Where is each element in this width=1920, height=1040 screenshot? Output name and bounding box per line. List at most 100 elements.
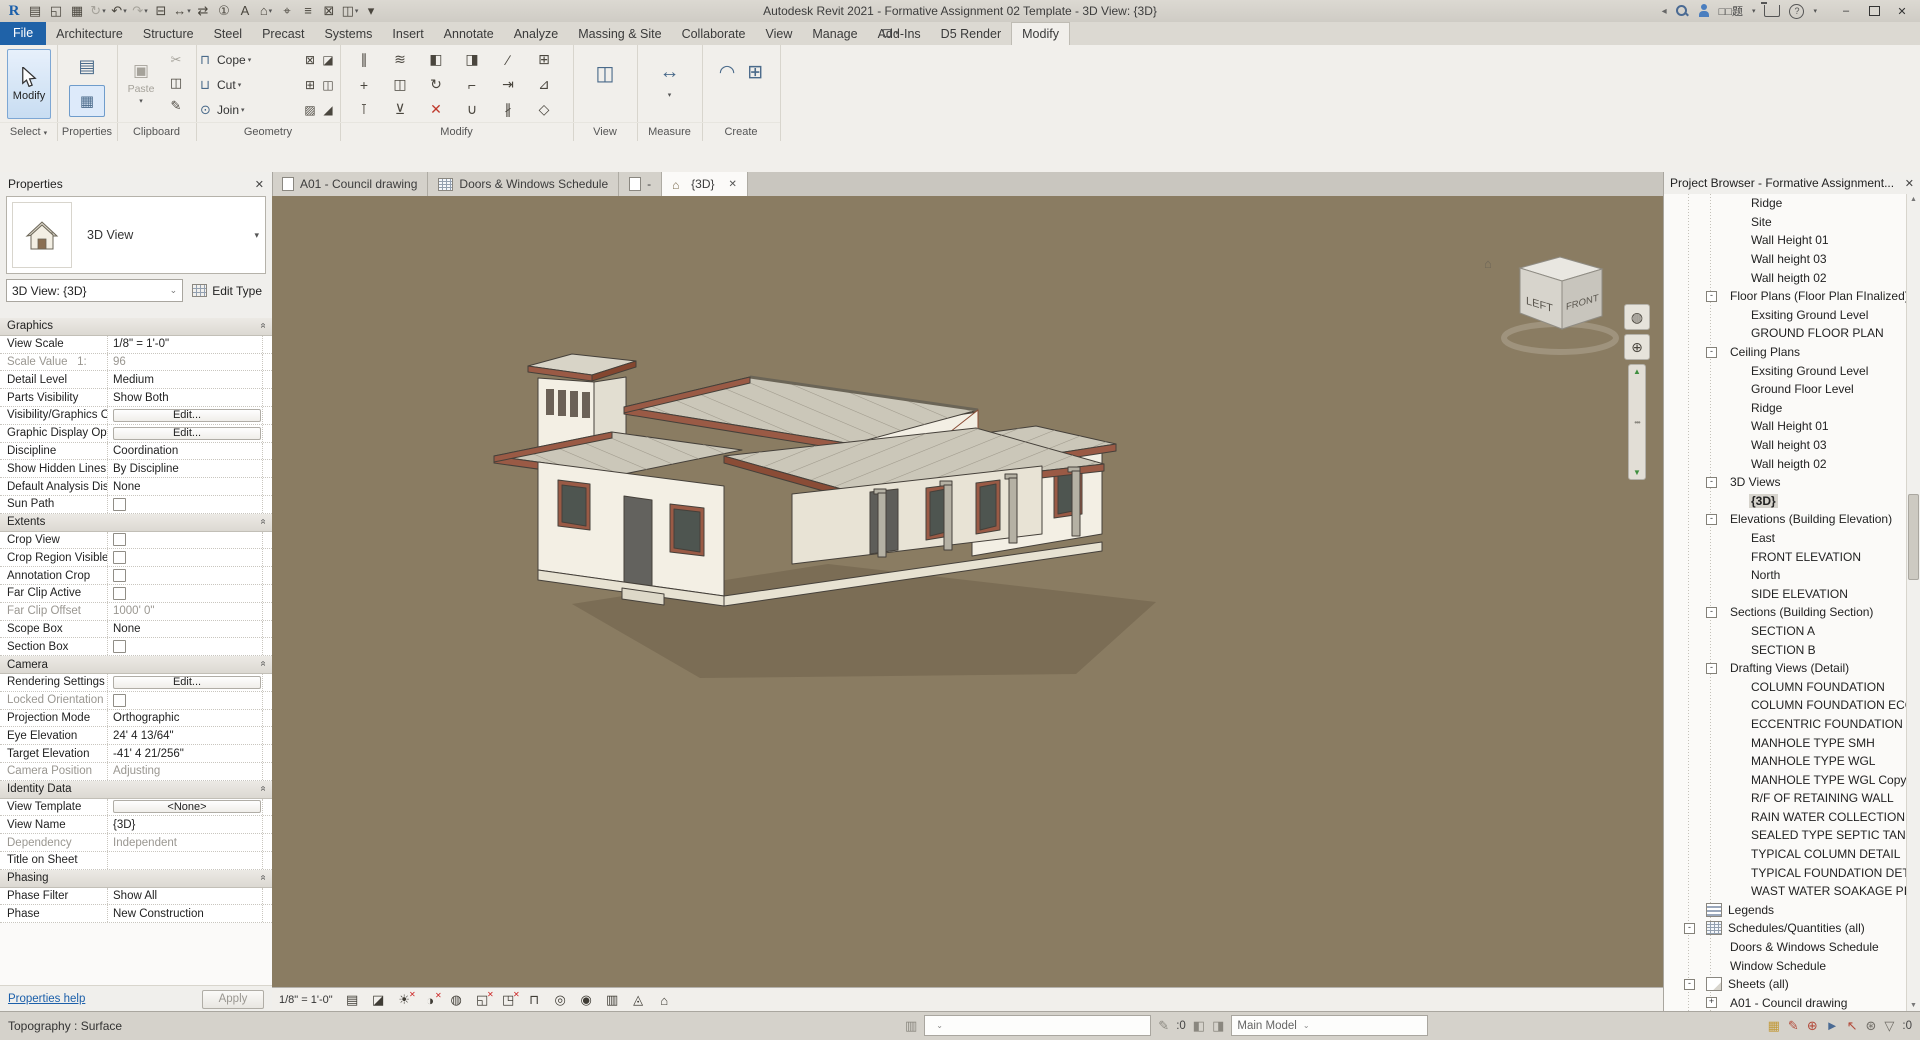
tree-expand-icon[interactable] (1706, 347, 1717, 358)
ribbon-display-toggle[interactable]: ⊡ ▾ (882, 22, 899, 44)
ribbon-tab[interactable]: Precast (252, 23, 314, 45)
rendering-dialog-icon[interactable]: ◍ (448, 992, 465, 1008)
cope-icon[interactable]: ⊓ (200, 52, 217, 68)
ribbon-tab[interactable]: Systems (314, 23, 382, 45)
dropdown-caret-icon[interactable]: ▾ (123, 7, 127, 15)
minimize-button[interactable]: – (1832, 0, 1860, 22)
properties-help-link[interactable]: Properties help (8, 993, 85, 1005)
qat-button[interactable]: ◱ ▾ (47, 1, 65, 21)
property-row[interactable]: Discipline Coordination Coordination » (0, 443, 272, 461)
browser-tree-item[interactable]: SECTION B (1664, 640, 1907, 659)
viewcube[interactable]: ⌂ LEFT FRONT (1484, 256, 1616, 352)
section-collapse-icon[interactable]: » (258, 874, 269, 880)
temporary-hide-isolate-icon[interactable]: ◎ (552, 992, 569, 1008)
family-properties-button[interactable]: ▦ (69, 85, 105, 117)
type-selector-caret-icon[interactable]: ▾ (254, 230, 259, 241)
match-type-properties-icon[interactable]: ✎ (167, 97, 185, 115)
browser-tree-item[interactable]: MANHOLE TYPE WGL Copy 1 (1664, 770, 1907, 789)
sign-in-icon[interactable] (1698, 4, 1710, 18)
property-row[interactable]: Visibility/Graphics O... Edit... Edit...… (0, 407, 272, 425)
dropdown-caret-icon[interactable]: ▾ (102, 7, 106, 15)
move-icon[interactable]: + (346, 72, 382, 97)
property-row[interactable]: Dependency Independent Independent » (0, 834, 272, 852)
ribbon-tab[interactable]: Analyze (504, 23, 568, 45)
show-crop-region-icon[interactable]: ◳✕ (500, 992, 517, 1008)
slider-up-icon[interactable]: ▲ (1633, 367, 1641, 376)
qat-button[interactable]: ▤ ▾ (26, 1, 44, 21)
property-row[interactable]: Phase New Construction New Construction … (0, 905, 272, 923)
property-checkbox[interactable] (113, 640, 126, 653)
property-row[interactable]: Detail Level Medium Medium » (0, 371, 272, 389)
close-browser-icon[interactable]: ✕ (1905, 177, 1914, 190)
shadows-icon[interactable]: ◑✕ (422, 993, 439, 1008)
property-row[interactable]: Show Hidden Lines By Discipline By Disci… (0, 460, 272, 478)
dropdown-caret-icon[interactable]: ▾ (144, 7, 148, 15)
browser-tree-item[interactable]: Schedules/Quantities (all) (1664, 919, 1907, 938)
view-scale-button[interactable]: 1/8" = 1'-0" (279, 994, 333, 1006)
panel-label-select[interactable]: Select ▾ (0, 122, 57, 141)
document-tab[interactable]: Doors & Windows Schedule ✕ (428, 172, 619, 196)
property-row[interactable]: Default Analysis Disp... None None » (0, 478, 272, 496)
browser-tree-item[interactable]: MANHOLE TYPE SMH (1664, 733, 1907, 752)
qat-button[interactable]: ▦ ▾ (68, 1, 86, 21)
cut-geometry-icon[interactable]: ⊔ (200, 77, 217, 93)
browser-tree-item[interactable]: A01 - Council drawing (1664, 994, 1907, 1012)
browser-tree-item[interactable]: SIDE ELEVATION (1664, 584, 1907, 603)
modify-tool-button[interactable]: Modify (7, 49, 51, 119)
highlight-displacement-icon[interactable]: ⌂ (656, 993, 673, 1008)
browser-tree-item[interactable]: Wall heigth 02 (1664, 268, 1907, 287)
split-element-icon[interactable]: ∕ (490, 47, 526, 72)
property-row[interactable]: View Template <None> <None> » (0, 799, 272, 817)
help-menu-caret-icon[interactable]: ▾ (1813, 7, 1817, 15)
property-row[interactable]: Sun Path » (0, 496, 272, 514)
property-row[interactable]: Graphic Display Opti... Edit... Edit... … (0, 425, 272, 443)
3d-viewport[interactable]: ⌂ LEFT FRONT ◍ ⊕ ▲ ••• ▼ (272, 196, 1664, 988)
rotate-icon[interactable]: ↻ (418, 72, 454, 97)
browser-tree-item[interactable]: North (1664, 566, 1907, 585)
worksets-icon[interactable]: ▥ (905, 1018, 917, 1034)
browser-tree-item[interactable]: Exsiting Ground Level (1664, 361, 1907, 380)
qat-button[interactable]: ⇄ ▾ (194, 1, 212, 21)
sun-path-icon[interactable]: ☀✕ (396, 992, 413, 1008)
tree-expand-icon[interactable] (1706, 291, 1717, 302)
visual-style-icon[interactable]: ◪ (370, 992, 387, 1008)
document-tab[interactable]: - ✕ (619, 172, 662, 196)
property-row[interactable]: Camera » (0, 656, 272, 674)
ribbon-tab[interactable]: Manage (802, 23, 867, 45)
browser-tree-item[interactable]: MANHOLE TYPE WGL (1664, 752, 1907, 771)
dropdown-caret-icon[interactable]: ▾ (187, 7, 191, 15)
dropdown-caret-icon[interactable]: ▾ (269, 7, 273, 15)
wall-joins-icon[interactable]: ⊞ (301, 78, 319, 92)
insulation-icon[interactable]: ◠ (719, 61, 736, 84)
app-store-cart-icon[interactable] (1764, 5, 1780, 17)
delete-icon[interactable]: ✕ (418, 97, 454, 122)
property-checkbox[interactable] (113, 533, 126, 546)
browser-tree-item[interactable]: Ridge (1664, 194, 1907, 213)
browser-tree-item[interactable]: Doors & Windows Schedule (1664, 938, 1907, 957)
property-edit-button[interactable]: Edit... (113, 409, 261, 422)
tree-expand-icon[interactable] (1706, 514, 1717, 525)
section-collapse-icon[interactable]: » (258, 785, 269, 791)
browser-tree-item[interactable]: East (1664, 529, 1907, 548)
browser-tree-item[interactable]: TYPICAL COLUMN DETAIL (1664, 845, 1907, 864)
unlocked-3d-view-icon[interactable]: ⊓ (526, 992, 543, 1008)
property-row[interactable]: Phasing » (0, 870, 272, 888)
help-icon[interactable]: ? (1789, 4, 1804, 19)
apply-button[interactable]: Apply (202, 990, 264, 1009)
browser-tree-item[interactable]: R/F OF RETAINING WALL (1664, 789, 1907, 808)
qat-button[interactable]: ⊠ ▾ (320, 1, 338, 21)
browser-tree-item[interactable]: SEALED TYPE SEPTIC TANK (1664, 826, 1907, 845)
select-underlay-elements-icon[interactable]: ✎ (1788, 1018, 1799, 1034)
qat-button[interactable]: A ▾ (236, 1, 254, 21)
section-collapse-icon[interactable]: » (258, 518, 269, 524)
slider-handle[interactable]: ••• (1634, 418, 1639, 427)
qat-button[interactable]: ▾ ▾ (362, 1, 380, 21)
property-row[interactable]: Annotation Crop » (0, 567, 272, 585)
ribbon-tab[interactable]: Massing & Site (568, 23, 671, 45)
browser-tree-item[interactable]: Wall height 03 (1664, 250, 1907, 269)
property-row[interactable]: Locked Orientation » (0, 692, 272, 710)
temporary-view-properties-icon[interactable]: ▥ (604, 992, 621, 1008)
browser-tree-item[interactable]: Window Schedule (1664, 956, 1907, 975)
browser-tree-item[interactable]: 3D Views (1664, 473, 1907, 492)
browser-tree-item[interactable]: Sheets (all) (1664, 975, 1907, 994)
